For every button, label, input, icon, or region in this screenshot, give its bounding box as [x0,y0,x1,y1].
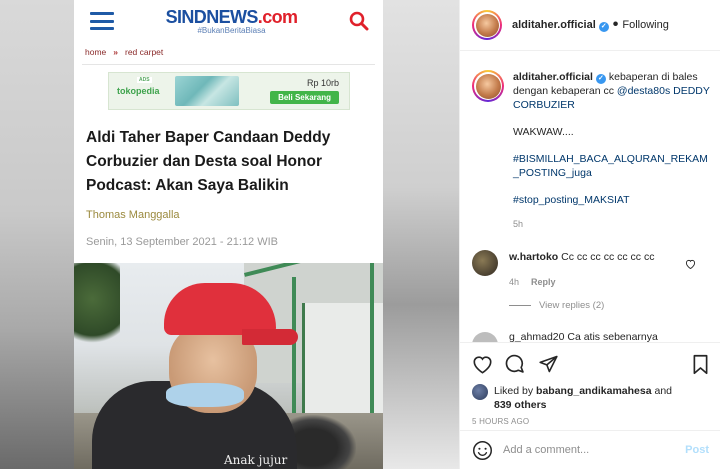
like-comment-heart-icon[interactable] [685,256,696,274]
article-date: Senin, 13 September 2021 - 21:12 WIB [86,236,279,248]
blurred-backdrop-right [383,0,459,469]
add-comment-bar: Post [460,430,720,469]
ad-product-image [175,76,239,106]
hashtag-link[interactable]: #stop_posting_MAKSIAT [513,193,712,207]
commenter-avatar[interactable] [472,250,498,276]
article-photo: Anak jujur [74,263,383,469]
author-username[interactable]: alditaher.official ✓ [512,19,609,32]
likes-count[interactable]: 839 others [494,399,547,411]
site-tagline: #BukanBeritaBiasa [197,25,266,35]
ad-price: Rp 10rb [306,78,339,88]
post-comment-button[interactable]: Post [685,444,709,456]
hashtag-link[interactable]: #BISMILLAH_BACA_ALQURAN_REKAM_POSTING_ju… [513,152,712,180]
article-screenshot: SINDNEWS.com #BukanBeritaBiasa home » re… [74,0,383,469]
comment-input[interactable] [503,444,686,456]
blurred-backdrop-left [0,0,74,469]
post-timestamp: 5 HOURS AGO [472,417,530,426]
ad-banner: tokopedia ADS Rp 10rb Beli Sekarang [108,72,350,110]
commenter-avatar[interactable] [472,332,498,342]
post-media[interactable]: SINDNEWS.com #BukanBeritaBiasa home » re… [0,0,459,469]
comment-time: 4h [509,277,520,287]
ad-cta-button: Beli Sekarang [270,91,339,104]
comment-item: g_ahmad20 Ca atis sebenarnya [472,330,712,342]
liker-avatar[interactable] [472,384,488,400]
divider [82,64,375,65]
author-avatar[interactable] [472,10,502,40]
article-headline: Aldi Taher Baper Candaan Deddy Corbuzier… [86,129,331,194]
separator-dot: • [612,16,619,33]
liker-username[interactable]: babang_andikamahesa [536,385,652,397]
caption-avatar[interactable] [472,70,504,102]
verified-badge-icon: ✓ [595,74,606,84]
breadcrumb-separator: » [113,47,118,57]
reply-button[interactable]: Reply [531,275,556,289]
breadcrumb-home: home [85,47,107,57]
comment-item: w.hartoko Cc cc cc cc cc cc cc 4h Reply [472,250,712,289]
caption-time: 5h [513,219,524,229]
comment-text: g_ahmad20 Ca atis sebenarnya [509,331,658,342]
bookmark-icon[interactable] [692,354,709,375]
shirt-print: Anak jujur [224,453,288,467]
post-caption: alditaher.official ✓ kebaperan di bales d… [472,70,712,231]
ad-brand: tokopedia ADS [117,77,160,96]
view-replies-button[interactable]: View replies (2) [509,300,604,311]
ad-tag: ADS [137,77,152,83]
caption-username[interactable]: alditaher.official ✓ [513,71,606,84]
share-plane-icon[interactable] [538,354,559,374]
menu-icon [90,12,114,30]
post-sidebar: alditaher.official ✓ • Following alditahe… [459,0,720,469]
commenter-username[interactable]: w.hartoko [509,251,558,263]
site-logo: SINDNEWS.com #BukanBeritaBiasa [165,6,298,35]
verified-badge-icon: ✓ [598,21,609,32]
breadcrumb-category: red carpet [125,47,164,57]
site-header: SINDNEWS.com #BukanBeritaBiasa [74,0,383,42]
comment-text: Cc cc cc cc cc cc cc [561,251,655,263]
likes-summary: Liked by babang_andikamahesa and 839 oth… [472,384,709,412]
emoji-icon[interactable] [472,440,493,461]
post-actions: Liked by babang_andikamahesa and 839 oth… [460,342,720,426]
like-heart-icon[interactable] [472,355,493,374]
following-button[interactable]: Following [622,19,668,31]
post-header: alditaher.official ✓ • Following [460,0,720,51]
article-author: Thomas Manggalla [86,209,180,221]
comment-bubble-icon[interactable] [505,354,526,375]
search-icon [349,11,369,31]
caption-line: WAKWAW.... [513,126,574,138]
breadcrumb: home » red carpet [74,42,383,62]
